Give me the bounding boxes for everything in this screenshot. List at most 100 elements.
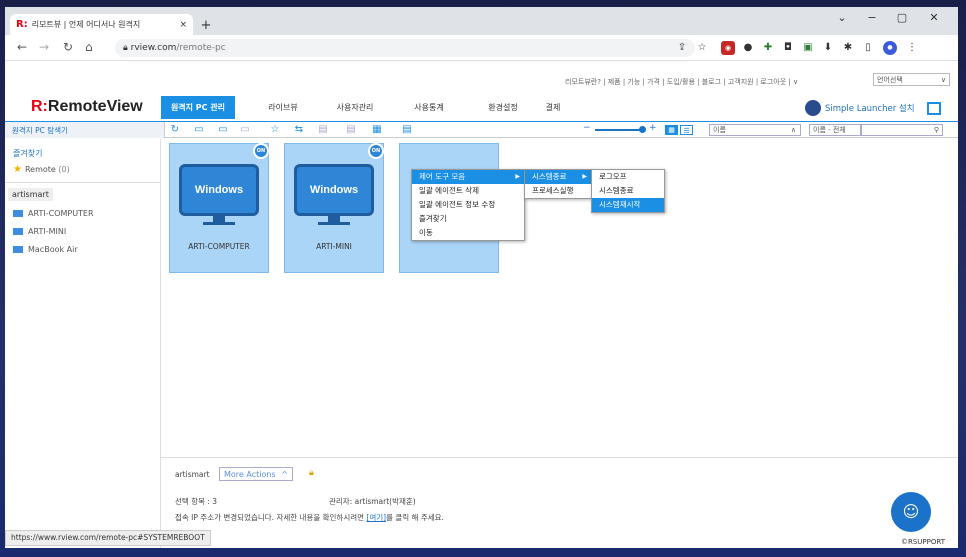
simple-launcher-install[interactable]: Simple Launcher 설치 bbox=[805, 100, 941, 116]
menu-item-favorite[interactable]: 즐겨찾기 bbox=[412, 212, 524, 226]
import-icon[interactable]: ▤ bbox=[401, 124, 413, 136]
pc-card[interactable]: Windows ON ARTI-COMPUTER bbox=[169, 143, 269, 273]
logo-mark: R: bbox=[31, 98, 48, 115]
nav-users[interactable]: 사용자관리 bbox=[325, 96, 385, 119]
menu-item-run-process[interactable]: 프로세스실행 bbox=[525, 184, 591, 198]
nav-settings[interactable]: 환경설정 bbox=[473, 96, 533, 119]
nav-stats[interactable]: 사용통계 bbox=[399, 96, 459, 119]
window-icon[interactable] bbox=[926, 101, 941, 115]
camera-icon[interactable]: ◘ bbox=[781, 41, 795, 55]
menu-item-reboot[interactable]: 시스템재시작 bbox=[592, 198, 664, 212]
reload-icon[interactable]: ↻ bbox=[63, 40, 73, 54]
search-icon[interactable]: ⚲ bbox=[934, 125, 939, 136]
new-tab-button[interactable]: + bbox=[197, 17, 215, 35]
monitor-base bbox=[203, 222, 235, 225]
add-pc-icon[interactable]: ▭ bbox=[217, 124, 229, 136]
minimize-button[interactable]: − bbox=[857, 11, 887, 24]
chat-support-button[interactable]: ☺ bbox=[891, 492, 931, 532]
edit-icon[interactable]: ▤ bbox=[345, 124, 357, 136]
home-icon[interactable]: ⌂ bbox=[85, 40, 93, 54]
extension-dark-icon[interactable]: ● bbox=[741, 41, 755, 55]
extension-red-icon[interactable]: ◉ bbox=[721, 41, 735, 55]
sidebar-user-group[interactable]: artismart bbox=[8, 188, 53, 201]
site-logo[interactable]: R:RemoteView bbox=[31, 98, 143, 116]
download-icon[interactable]: ⬇ bbox=[821, 41, 835, 55]
notice-link[interactable]: [여기] bbox=[366, 513, 386, 522]
sidepanel-icon[interactable]: ▯ bbox=[861, 41, 875, 55]
close-window-button[interactable]: ✕ bbox=[919, 11, 949, 24]
site-top-menu[interactable]: 리모트뷰란? | 제품 | 기능 | 가격 | 도입/활용 | 블로그 | 고객… bbox=[565, 77, 798, 87]
monitor-icon bbox=[13, 210, 23, 217]
forward-icon[interactable]: → bbox=[39, 40, 49, 54]
url-input[interactable]: 🔒︎ rview.com/remote-pc bbox=[115, 39, 695, 57]
submenu-shutdown: 로그오프 시스템종료 시스템재시작 bbox=[591, 169, 665, 213]
favorite-item-label: Remote bbox=[24, 165, 56, 174]
monitor-icon bbox=[13, 246, 23, 253]
tab-strip: R: 리모트뷰 | 언제 어디서나 원격지 × + ⌄ − ▢ ✕ bbox=[5, 7, 958, 35]
browser-tab[interactable]: R: 리모트뷰 | 언제 어디서나 원격지 × bbox=[10, 14, 193, 35]
footer-user: artismart bbox=[175, 470, 210, 479]
bookmark-star-icon[interactable]: ☆ bbox=[695, 41, 709, 55]
nav-liveview[interactable]: 라이브뷰 bbox=[253, 96, 313, 119]
zoom-in-icon[interactable]: + bbox=[649, 123, 657, 133]
search-scope-select[interactable]: 이름 - 전체 bbox=[809, 124, 861, 136]
extension-green-icon[interactable]: ✚ bbox=[761, 41, 775, 55]
nav-payment[interactable]: 결제 bbox=[533, 96, 573, 119]
puzzle-icon[interactable]: ✱ bbox=[841, 41, 855, 55]
pc-card[interactable]: Windows ON ARTI-MINI bbox=[284, 143, 384, 273]
export-icon[interactable]: ▦ bbox=[371, 124, 383, 136]
tab-close-icon[interactable]: × bbox=[179, 20, 187, 30]
browser-window: R: 리모트뷰 | 언제 어디서나 원격지 × + ⌄ − ▢ ✕ ← → ↻ … bbox=[5, 7, 958, 548]
language-select[interactable]: 언어선택 ∨ bbox=[873, 73, 950, 86]
notice-text: 접속 IP 주소가 변경되었습니다. 자세한 내용을 확인하시려면 bbox=[175, 513, 367, 522]
lock-icon: 🔒︎ bbox=[123, 43, 131, 53]
zoom-out-icon[interactable]: − bbox=[583, 123, 591, 133]
favorite-icon[interactable]: ☆ bbox=[269, 124, 281, 136]
menu-item-move[interactable]: 이동 bbox=[412, 226, 524, 240]
submenu-arrow-icon: ▶ bbox=[515, 173, 520, 180]
menu-item-bulk-edit[interactable]: 일괄 에이전트 정보 수정 bbox=[412, 198, 524, 212]
move-icon[interactable]: ⇆ bbox=[293, 124, 305, 136]
more-actions-button[interactable]: More Actions ^ bbox=[219, 467, 293, 481]
sidebar-pc-label: ARTI-COMPUTER bbox=[28, 209, 94, 218]
grid-view-icon[interactable]: ▦ bbox=[665, 125, 678, 135]
tab-title: 리모트뷰 | 언제 어디서나 원격지 bbox=[31, 20, 141, 29]
logo-text: RemoteView bbox=[47, 98, 143, 115]
chevron-up-icon: ∧ bbox=[790, 126, 796, 134]
list-view-icon[interactable]: ☰ bbox=[680, 125, 693, 135]
maximize-button[interactable]: ▢ bbox=[887, 11, 917, 24]
back-icon[interactable]: ← bbox=[17, 40, 27, 54]
admin-info: 관리자: artismart(박재훈) bbox=[329, 497, 416, 506]
sort-select[interactable]: 이름 ∧ bbox=[709, 124, 801, 136]
sidebar-pc-item[interactable]: ARTI-COMPUTER bbox=[13, 209, 94, 218]
share-icon[interactable]: ⇪ bbox=[675, 41, 689, 55]
menu-item-logoff[interactable]: 로그오프 bbox=[592, 170, 664, 184]
kebab-menu-icon[interactable]: ⋮ bbox=[905, 41, 919, 55]
remove-pc-icon[interactable]: ▭ bbox=[239, 124, 251, 136]
delete-icon[interactable]: ▤ bbox=[317, 124, 329, 136]
zoom-slider-track[interactable] bbox=[595, 129, 643, 131]
chatbot-icon: ☺ bbox=[902, 502, 920, 521]
menu-item-shutdown[interactable]: 시스템종료 bbox=[592, 184, 664, 198]
rview-favicon-icon: R: bbox=[16, 19, 28, 30]
simple-launcher-label: Simple Launcher 설치 bbox=[825, 104, 915, 114]
new-folder-icon[interactable]: ▭ bbox=[193, 124, 205, 136]
zoom-slider-knob[interactable] bbox=[639, 126, 646, 133]
search-input[interactable]: ⚲ bbox=[861, 124, 943, 136]
menu-item-shutdown-group[interactable]: 시스템종료 ▶ bbox=[525, 170, 591, 184]
url-host: rview.com bbox=[130, 43, 177, 53]
launcher-avatar-icon bbox=[805, 100, 821, 116]
menu-item-bulk-delete[interactable]: 일괄 에이전트 삭제 bbox=[412, 184, 524, 198]
nav-remote-pc[interactable]: 원격지 PC 관리 bbox=[161, 96, 235, 119]
tab-search-icon[interactable]: ⌄ bbox=[827, 11, 857, 24]
sidebar-pc-item[interactable]: MacBook Air bbox=[13, 245, 78, 254]
sidebar-divider bbox=[5, 182, 161, 183]
profile-avatar-icon[interactable]: ● bbox=[883, 41, 897, 55]
lock-icon[interactable]: 🔒︎ bbox=[309, 468, 314, 478]
refresh-icon[interactable]: ↻ bbox=[169, 124, 181, 136]
favorite-item-remote[interactable]: ★ Remote (0) bbox=[13, 164, 70, 175]
status-bar-url: https://www.rview.com/remote-pc#SYSTEMRE… bbox=[5, 530, 211, 546]
extension-square-icon[interactable]: ▣ bbox=[801, 41, 815, 55]
sidebar-pc-item[interactable]: ARTI-MINI bbox=[13, 227, 66, 236]
menu-item-control-tools[interactable]: 제어 도구 모음 ▶ bbox=[412, 170, 524, 184]
